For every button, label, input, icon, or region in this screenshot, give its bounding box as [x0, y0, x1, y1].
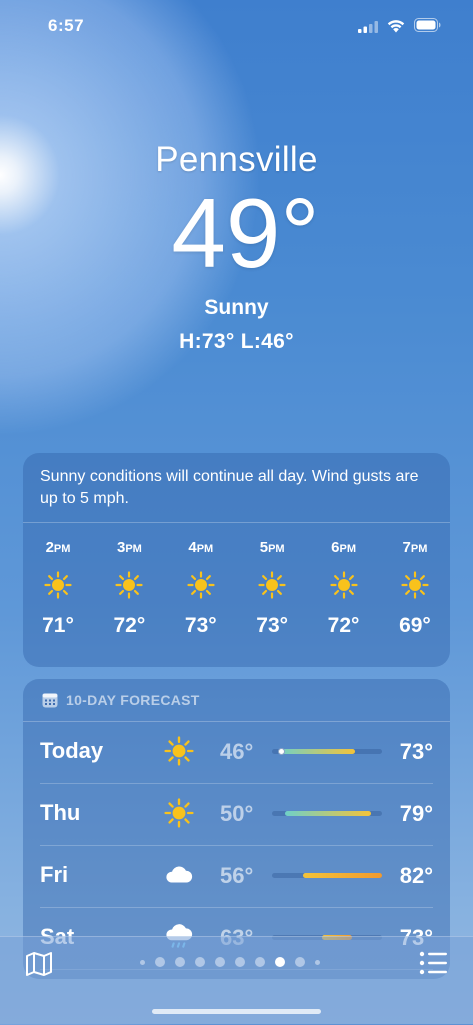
hourly-item: 2PM 71°: [39, 539, 77, 638]
ten-day-forecast-title: 10-DAY FORECAST: [66, 692, 200, 708]
hour-label: 6PM: [331, 539, 356, 556]
temperature-range-bar: [272, 748, 382, 755]
page-dot[interactable]: [255, 957, 265, 967]
forecast-high: 79°: [399, 801, 433, 826]
hour-label: 3PM: [116, 539, 142, 556]
current-condition: Sunny: [204, 296, 269, 319]
hour-temperature: 73°: [184, 614, 217, 637]
hour-label: 5PM: [259, 539, 285, 556]
hourly-item: 7PM 69°: [396, 539, 434, 638]
forecast-day: Today: [40, 738, 104, 763]
high-low: H:73° L:46°: [179, 330, 294, 353]
cloud-icon: [166, 866, 193, 883]
forecast-high: 73°: [399, 739, 433, 764]
ten-day-forecast-card[interactable]: 10-DAY FORECAST Today 46° 73° Thu 50° 79° Fri 5…: [23, 679, 450, 979]
hourly-list[interactable]: 2PM 71° 3PM 72° 4PM 73° 5PM 73° 6PM 72° 7PM 69°: [23, 539, 450, 638]
hour-temperature: 72°: [327, 614, 360, 637]
ten-day-forecast-header: 10-DAY FORECAST: [23, 679, 450, 722]
forecast-low: 50°: [220, 801, 254, 826]
forecast-row[interactable]: Today 46° 73°: [40, 722, 433, 784]
status-time: 6:57: [48, 16, 85, 35]
hourly-item: 5PM 73°: [253, 539, 291, 638]
cellular-signal-icon: [358, 21, 378, 33]
calendar-icon: [42, 693, 58, 708]
bottom-toolbar: [0, 936, 473, 1025]
sun-icon: [187, 571, 215, 599]
page-dot[interactable]: [155, 957, 165, 967]
hour-temperature: 72°: [113, 614, 146, 637]
temperature-range-fill: [277, 749, 355, 754]
forecast-day: Fri: [40, 862, 69, 887]
map-icon[interactable]: [25, 951, 53, 977]
current-temp-marker: [277, 748, 285, 755]
status-bar: 6:57: [0, 0, 473, 54]
page-dot[interactable]: [215, 957, 225, 967]
hourly-forecast-card[interactable]: Sunny conditions will continue all day. …: [23, 453, 450, 667]
temperature-range-fill: [285, 811, 371, 816]
forecast-row[interactable]: Thu 50° 79°: [40, 784, 433, 846]
hour-temperature: 69°: [399, 614, 431, 637]
page-indicator[interactable]: [135, 957, 325, 967]
battery-icon: [414, 18, 441, 32]
city-name: Pennsville: [155, 140, 318, 179]
page-dot[interactable]: [275, 957, 285, 967]
forecast-day: Thu: [40, 800, 81, 825]
hour-temperature: 73°: [256, 614, 289, 637]
hour-label: 4PM: [188, 539, 214, 556]
sun-icon: [164, 798, 194, 828]
forecast-row[interactable]: Fri 56° 82°: [40, 846, 433, 908]
forecast-high: 82°: [399, 863, 433, 888]
home-indicator[interactable]: [152, 1009, 321, 1014]
hour-label: 7PM: [402, 539, 428, 556]
sun-icon: [401, 571, 429, 599]
sun-icon: [44, 571, 72, 599]
page-dot[interactable]: [195, 957, 205, 967]
sun-icon: [115, 571, 143, 599]
daily-list[interactable]: Today46°73°Thu50°79°Fri56°82°Sat 63°73°: [23, 722, 450, 970]
hour-temperature: 71°: [42, 614, 74, 637]
page-dot[interactable]: [235, 957, 245, 967]
forecast-low: 56°: [220, 863, 254, 888]
sun-icon: [329, 571, 358, 599]
temperature-range-bar: [272, 811, 382, 816]
sun-icon: [258, 571, 286, 599]
temperature-range-fill: [302, 873, 382, 878]
wifi-icon: [387, 20, 405, 33]
current-weather: Pennsville 49° Sunny H:73° L:46°: [0, 140, 473, 354]
temperature-range-bar: [272, 873, 382, 878]
forecast-summary: Sunny conditions will continue all day. …: [23, 453, 450, 523]
sun-icon: [164, 736, 194, 766]
page-dot[interactable]: [140, 959, 145, 965]
hourly-item: 6PM 72°: [325, 539, 363, 638]
hourly-item: 4PM 73°: [182, 539, 220, 638]
page-dot[interactable]: [315, 959, 320, 965]
list-icon[interactable]: [419, 951, 447, 975]
page-dot[interactable]: [175, 957, 185, 967]
hour-label: 2PM: [45, 539, 71, 556]
hourly-item: 3PM 72°: [110, 539, 148, 638]
forecast-low: 46°: [220, 739, 254, 764]
current-temperature: 49°: [171, 178, 320, 288]
page-dot[interactable]: [295, 957, 305, 967]
